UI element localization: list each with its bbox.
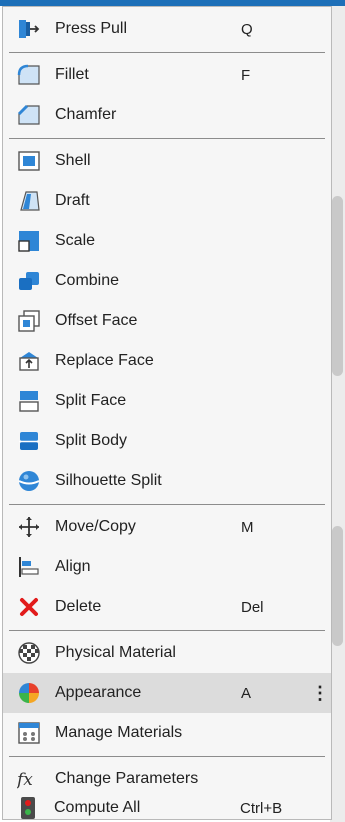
more-options-icon[interactable]: ⋮ [311, 683, 329, 704]
svg-text:fx: fx [17, 770, 33, 790]
menu-item-label: Change Parameters [55, 770, 199, 787]
menu-item-label: Scale [55, 232, 96, 249]
menu-item-label: Appearance [55, 684, 142, 701]
silhouette-split-icon [17, 469, 41, 493]
menu-item-label: Align [55, 558, 91, 575]
canvas-shading [332, 526, 343, 646]
menu-item-replace-face[interactable]: Replace Face [3, 341, 331, 381]
menu-item-align[interactable]: Align [3, 547, 331, 587]
menu-item-split-face[interactable]: Split Face [3, 381, 331, 421]
menu-item-fillet[interactable]: Fillet F [3, 55, 331, 95]
scale-icon [17, 229, 41, 253]
shortcut-key: Ctrl+B [240, 799, 283, 817]
change-parameters-icon: fx [17, 767, 41, 791]
chamfer-icon [17, 103, 41, 127]
split-face-icon [17, 389, 41, 413]
manage-materials-icon [17, 721, 41, 745]
move-copy-icon [17, 515, 41, 539]
shortcut-key: A [241, 684, 252, 702]
menu-item-label: Physical Material [55, 644, 176, 661]
menu-item-appearance[interactable]: Appearance A ⋮ [3, 673, 331, 713]
appearance-icon [17, 681, 41, 705]
menu-item-label: Fillet [55, 66, 89, 83]
separator [9, 630, 325, 631]
shortcut-key: M [241, 518, 254, 536]
menu-item-draft[interactable]: Draft [3, 181, 331, 221]
replace-face-icon [17, 349, 41, 373]
physical-material-icon [17, 641, 41, 665]
separator [9, 756, 325, 757]
menu-item-chamfer[interactable]: Chamfer [3, 95, 331, 135]
menu-item-label: Compute All [54, 799, 141, 816]
menu-item-split-body[interactable]: Split Body [3, 421, 331, 461]
menu-item-label: Press Pull [55, 20, 128, 37]
menu-item-compute-all-row[interactable]: Compute All Ctrl+B [2, 796, 330, 820]
menu-item-label: Draft [55, 192, 90, 209]
draft-icon [17, 189, 41, 213]
menu-item-label: Move/Copy [55, 518, 136, 535]
compute-all-icon [16, 796, 40, 820]
menu-item-offset-face[interactable]: Offset Face [3, 301, 331, 341]
menu-item-label: Shell [55, 152, 91, 169]
menu-item-delete[interactable]: Delete Del [3, 587, 331, 627]
menu-item-combine[interactable]: Combine [3, 261, 331, 301]
split-body-icon [17, 429, 41, 453]
shortcut-key: Del [241, 598, 264, 616]
menu-item-label: Split Body [55, 432, 128, 449]
menu-item-label: Combine [55, 272, 120, 289]
menu-item-move-copy[interactable]: Move/Copy M [3, 507, 331, 547]
menu-item-shell[interactable]: Shell [3, 141, 331, 181]
menu-item-label: Offset Face [55, 312, 138, 329]
combine-icon [17, 269, 41, 293]
separator [9, 504, 325, 505]
fillet-icon [17, 63, 41, 87]
menu-item-label: Manage Materials [55, 724, 183, 741]
align-icon [17, 555, 41, 579]
menu-item-physical-material[interactable]: Physical Material [3, 633, 331, 673]
shell-icon [17, 149, 41, 173]
menu-item-scale[interactable]: Scale [3, 221, 331, 261]
separator [9, 52, 325, 53]
menu-item-label: Split Face [55, 392, 127, 409]
canvas-backdrop [330, 6, 345, 822]
menu-item-label: Replace Face [55, 352, 154, 369]
menu-item-silhouette-split[interactable]: Silhouette Split [3, 461, 331, 501]
canvas-shading [332, 196, 343, 376]
delete-icon [17, 595, 41, 619]
menu-item-manage-materials[interactable]: Manage Materials [3, 713, 331, 753]
menu-item-label: Delete [55, 598, 102, 615]
press-pull-icon [17, 17, 41, 41]
offset-face-icon [17, 309, 41, 333]
menu-item-label: Silhouette Split [55, 472, 162, 489]
menu-item-change-parameters[interactable]: fx Change Parameters [3, 759, 331, 799]
menu-item-press-pull[interactable]: Press Pull Q [3, 9, 331, 49]
menu-item-label: Chamfer [55, 106, 117, 123]
shortcut-key: Q [241, 20, 253, 38]
modify-dropdown-menu: Press Pull Q Fillet F Chamfer Shell Draf… [2, 6, 332, 820]
shortcut-key: F [241, 66, 251, 84]
separator [9, 138, 325, 139]
